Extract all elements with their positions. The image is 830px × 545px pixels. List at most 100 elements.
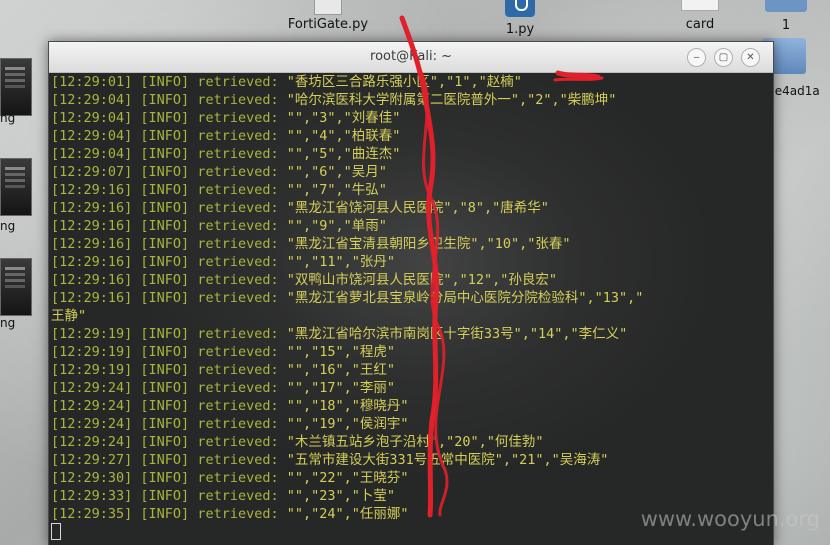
- log-action: retrieved:: [197, 182, 279, 198]
- log-level: [INFO]: [140, 110, 190, 126]
- terminal-output[interactable]: [12:29:01] [INFO] retrieved: "香坊区三合路乐强小区…: [49, 73, 773, 545]
- log-value: "","17","李丽": [286, 380, 396, 396]
- log-level: [INFO]: [140, 398, 190, 414]
- timestamp: [12:29:16]: [51, 272, 133, 288]
- terminal-line: [12:29:01] [INFO] retrieved: "香坊区三合路乐强小区…: [51, 73, 773, 91]
- desktop-thumbnail[interactable]: [0, 58, 32, 116]
- log-action: retrieved:: [197, 434, 279, 450]
- python-file-icon: [505, 0, 535, 17]
- log-action: retrieved:: [197, 254, 279, 270]
- log-value: "","6","吴月": [286, 164, 387, 180]
- window-title: root@Kali: ~: [370, 49, 452, 64]
- watermark: www.wooyun.org: [640, 507, 820, 531]
- log-value: "黑龙江省哈尔滨市南岗区十字街33号","14","李仁义": [286, 326, 628, 342]
- minimize-button[interactable]: ‒: [687, 48, 706, 67]
- desktop-thumbnail-label: ng: [0, 219, 16, 233]
- log-level: [INFO]: [140, 488, 190, 504]
- log-value: "","24","任丽娜": [286, 506, 409, 522]
- log-action: retrieved:: [197, 506, 279, 522]
- timestamp: [12:29:19]: [51, 326, 133, 342]
- log-value: "五常市建设大街331号五常中医院","21","吴海涛": [286, 452, 609, 468]
- log-action: retrieved:: [197, 92, 279, 108]
- terminal-line: [12:29:19] [INFO] retrieved: "","16","王红…: [51, 361, 773, 379]
- timestamp: [12:29:24]: [51, 380, 133, 396]
- desktop-icon-1py[interactable]: 1.py: [495, 0, 545, 37]
- log-value: "黑龙江省宝清县朝阳乡卫生院","10","张春": [286, 236, 571, 252]
- desktop-thumbnail-label: ng: [0, 111, 16, 125]
- log-value: "","4","柏联春": [286, 128, 401, 144]
- log-value: "","7","牛弘": [286, 182, 387, 198]
- timestamp: [12:29:04]: [51, 92, 133, 108]
- log-value: "","5","曲连杰": [286, 146, 401, 162]
- terminal-line: [12:29:04] [INFO] retrieved: "","5","曲连杰…: [51, 145, 773, 163]
- terminal-line: [12:29:19] [INFO] retrieved: "黑龙江省哈尔滨市南岗…: [51, 325, 773, 343]
- log-value: 王静": [51, 308, 87, 324]
- terminal-line: [12:29:19] [INFO] retrieved: "","15","程虎…: [51, 343, 773, 361]
- timestamp: [12:29:16]: [51, 290, 133, 306]
- timestamp: [12:29:01]: [51, 74, 133, 90]
- log-action: retrieved:: [197, 488, 279, 504]
- timestamp: [12:29:04]: [51, 128, 133, 144]
- log-action: retrieved:: [197, 416, 279, 432]
- log-level: [INFO]: [140, 452, 190, 468]
- file-icon: [681, 0, 719, 11]
- desktop-thumbnail[interactable]: [0, 258, 32, 316]
- terminal-line: [12:29:16] [INFO] retrieved: "","11","张丹…: [51, 253, 773, 271]
- desktop-icon-label: FortiGate.py: [287, 17, 369, 32]
- log-action: retrieved:: [197, 74, 279, 90]
- log-value: "","9","单雨": [286, 218, 387, 234]
- terminal-line: [12:29:04] [INFO] retrieved: "","3","刘春佳…: [51, 109, 773, 127]
- terminal-line: [12:29:07] [INFO] retrieved: "","6","吴月": [51, 163, 773, 181]
- desktop-icon-label: card: [685, 17, 715, 32]
- log-level: [INFO]: [140, 506, 190, 522]
- desktop-icon-fortigate[interactable]: FortiGate.py: [283, 0, 373, 32]
- terminal-line: [12:29:33] [INFO] retrieved: "","23","卜莹…: [51, 487, 773, 505]
- log-level: [INFO]: [140, 254, 190, 270]
- terminal-line: [12:29:24] [INFO] retrieved: "","17","李丽…: [51, 379, 773, 397]
- log-level: [INFO]: [140, 236, 190, 252]
- desktop-thumbnail[interactable]: [0, 158, 32, 216]
- log-level: [INFO]: [140, 470, 190, 486]
- terminal-line: [12:29:16] [INFO] retrieved: "双鸭山市饶河县人民医…: [51, 271, 773, 289]
- log-action: retrieved:: [197, 110, 279, 126]
- terminal-line: [12:29:24] [INFO] retrieved: "","19","侯润…: [51, 415, 773, 433]
- terminal-line: [12:29:24] [INFO] retrieved: "木兰镇五站乡泡子沿村…: [51, 433, 773, 451]
- log-action: retrieved:: [197, 272, 279, 288]
- timestamp: [12:29:07]: [51, 164, 133, 180]
- log-action: retrieved:: [197, 326, 279, 342]
- desktop-icon-card[interactable]: card: [672, 0, 728, 32]
- timestamp: [12:29:27]: [51, 452, 133, 468]
- timestamp: [12:29:16]: [51, 254, 133, 270]
- log-value: "","16","王红": [286, 362, 396, 378]
- timestamp: [12:29:04]: [51, 146, 133, 162]
- desktop-icon-folder-1[interactable]: 1: [760, 0, 812, 33]
- log-value: "黑龙江省饶河县人民医院","8","唐希华": [286, 200, 549, 216]
- log-value: "双鸭山市饶河县人民医院","12","孙良宏": [286, 272, 558, 288]
- timestamp: [12:29:16]: [51, 236, 133, 252]
- log-level: [INFO]: [140, 272, 190, 288]
- log-level: [INFO]: [140, 218, 190, 234]
- log-level: [INFO]: [140, 200, 190, 216]
- log-value: "黑龙江省萝北县宝泉岭分局中心医院分院检验科","13",": [286, 290, 644, 306]
- log-level: [INFO]: [140, 344, 190, 360]
- log-action: retrieved:: [197, 362, 279, 378]
- terminal-line: [12:29:30] [INFO] retrieved: "","22","王晓…: [51, 469, 773, 487]
- log-action: retrieved:: [197, 164, 279, 180]
- timestamp: [12:29:35]: [51, 506, 133, 522]
- desktop-thumbnail-label: ng: [0, 316, 16, 330]
- terminal-line: 王静": [51, 307, 773, 325]
- close-button[interactable]: ✕: [741, 48, 760, 67]
- terminal-window[interactable]: root@Kali: ~ ‒ ▢ ✕ [12:29:01] [INFO] ret…: [48, 41, 774, 545]
- log-level: [INFO]: [140, 146, 190, 162]
- window-titlebar[interactable]: root@Kali: ~ ‒ ▢ ✕: [49, 42, 773, 73]
- timestamp: [12:29:33]: [51, 488, 133, 504]
- log-value: "哈尔滨医科大学附属第二医院普外一","2","柴鹏坤": [286, 92, 617, 108]
- timestamp: [12:29:24]: [51, 434, 133, 450]
- maximize-button[interactable]: ▢: [714, 48, 733, 67]
- log-value: "","23","卜莹": [286, 488, 396, 504]
- log-action: retrieved:: [197, 218, 279, 234]
- folder-icon: [765, 0, 807, 12]
- timestamp: [12:29:19]: [51, 344, 133, 360]
- log-value: "","11","张丹": [286, 254, 396, 270]
- desktop-icon-label: 1: [781, 18, 791, 33]
